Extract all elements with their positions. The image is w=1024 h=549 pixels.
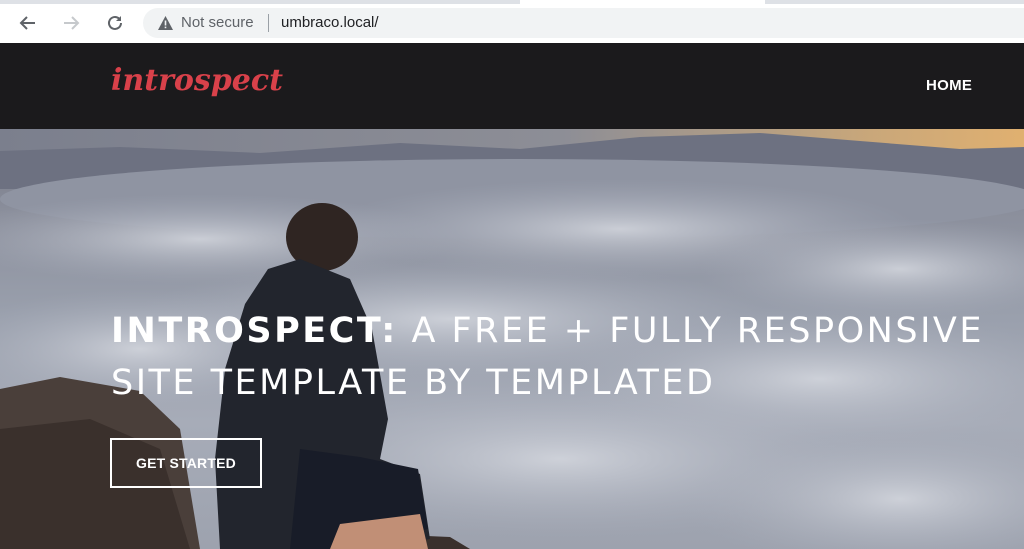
warning-icon	[158, 16, 173, 30]
hero-banner: INTROSPECT: A FREE + FULLY RESPONSIVE SI…	[0, 129, 1024, 549]
nav-item-home[interactable]: HOME	[926, 77, 972, 94]
site-logo[interactable]: introspect	[111, 63, 283, 98]
address-bar[interactable]: Not secure umbraco.local/	[143, 8, 1024, 38]
browser-toolbar: Not secure umbraco.local/	[0, 0, 1024, 44]
hero-title: INTROSPECT: A FREE + FULLY RESPONSIVE SI…	[111, 305, 991, 409]
tab-strip	[0, 0, 1024, 4]
site-header: introspect HOME	[0, 43, 1024, 129]
get-started-button[interactable]: GET STARTED	[110, 438, 262, 488]
reload-icon	[108, 15, 122, 30]
forward-arrow-icon	[64, 16, 80, 30]
back-button[interactable]	[13, 8, 43, 38]
divider	[268, 14, 269, 32]
forward-button[interactable]	[56, 8, 86, 38]
active-tab[interactable]	[520, 0, 765, 4]
security-status[interactable]: Not secure	[181, 14, 254, 31]
back-arrow-icon	[19, 16, 35, 30]
reload-button[interactable]	[100, 8, 130, 38]
hero-title-strong: INTROSPECT:	[111, 311, 398, 351]
url-text[interactable]: umbraco.local/	[281, 14, 379, 31]
